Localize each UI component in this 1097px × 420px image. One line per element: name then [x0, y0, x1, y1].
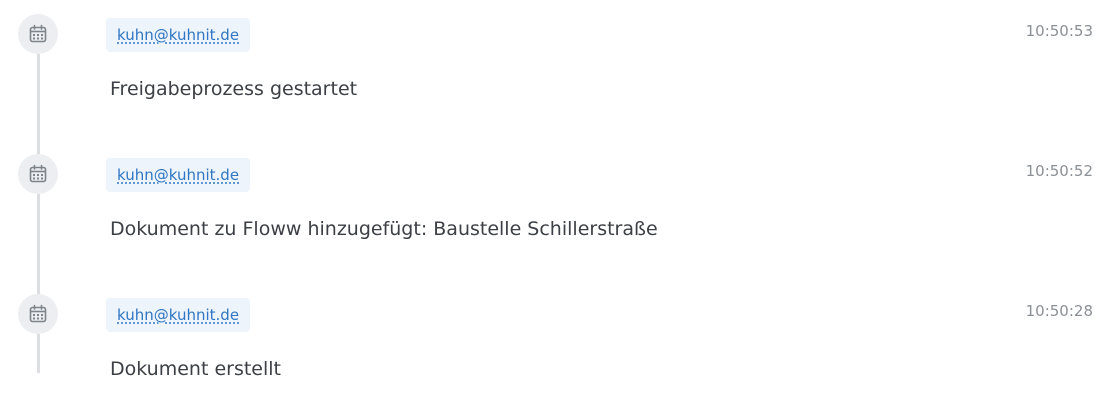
- entry-time: 10:50:28: [1025, 302, 1093, 320]
- timeline-entry: kuhn@kuhnit.de 10:50:52 Dokument zu Flow…: [0, 140, 1097, 280]
- entry-message: Freigabeprozess gestartet: [110, 78, 358, 100]
- calendar-icon: [18, 294, 58, 334]
- user-link[interactable]: kuhn@kuhnit.de: [117, 306, 239, 324]
- entry-time: 10:50:52: [1025, 162, 1093, 180]
- calendar-icon: [18, 154, 58, 194]
- user-link[interactable]: kuhn@kuhnit.de: [117, 26, 239, 44]
- user-link[interactable]: kuhn@kuhnit.de: [117, 166, 239, 184]
- calendar-icon: [18, 14, 58, 54]
- timeline-entry: kuhn@kuhnit.de 10:50:53 Freigabeprozess …: [0, 0, 1097, 140]
- entry-time: 10:50:53: [1025, 22, 1093, 40]
- timeline-entry: kuhn@kuhnit.de 10:50:28 Dokument erstell…: [0, 280, 1097, 420]
- user-badge: kuhn@kuhnit.de: [106, 298, 251, 332]
- user-badge: kuhn@kuhnit.de: [106, 158, 251, 192]
- entry-message: Dokument zu Floww hinzugefügt: Baustelle…: [110, 218, 658, 240]
- activity-timeline: kuhn@kuhnit.de 10:50:53 Freigabeprozess …: [0, 0, 1097, 380]
- user-badge: kuhn@kuhnit.de: [106, 18, 251, 52]
- entry-message: Dokument erstellt: [110, 358, 281, 380]
